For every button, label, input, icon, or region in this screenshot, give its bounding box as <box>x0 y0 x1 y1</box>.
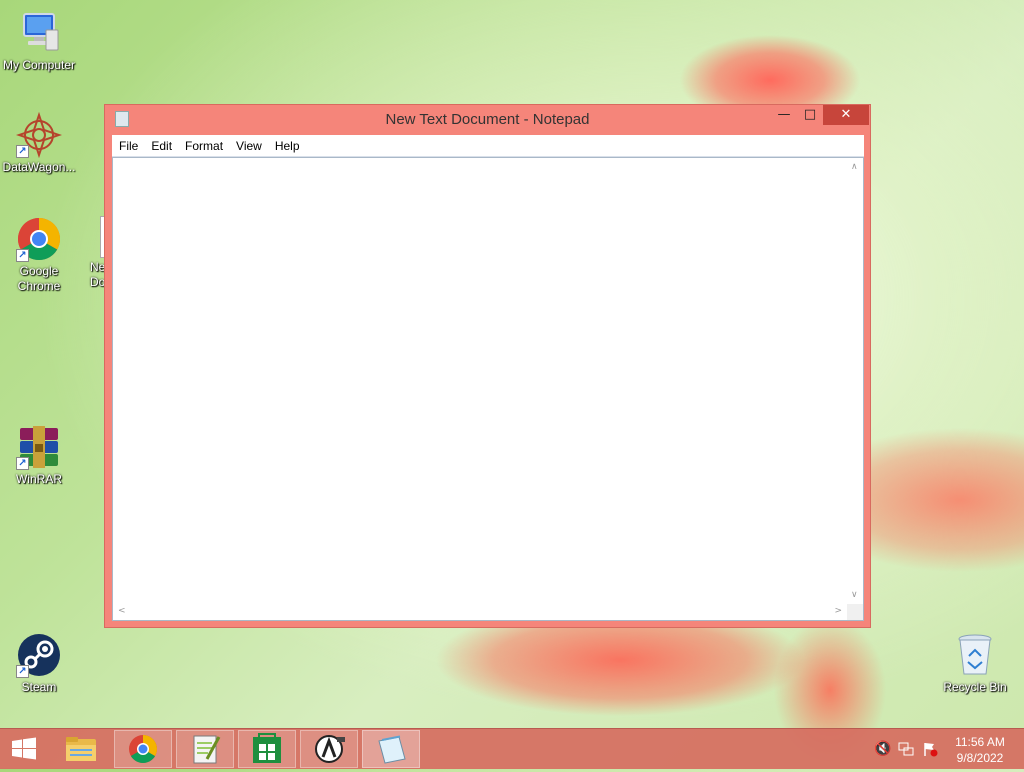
clock-date: 9/8/2022 <box>956 751 1004 765</box>
desktop-icon-datawagon[interactable]: ↗ DataWagon... <box>0 111 78 175</box>
window-title: New Text Document - Notepad <box>385 111 590 128</box>
datawagon-icon: ↗ <box>15 111 63 159</box>
desktop-icon-winrar[interactable]: ↗ WinRAR <box>0 424 78 487</box>
desktop-icon-label: Google Chrome <box>17 264 61 293</box>
taskbar: 🔇 11:56 AM 9/8/2022 <box>0 728 1024 769</box>
menu-view[interactable]: View <box>229 135 268 154</box>
windows-logo-icon <box>12 737 36 760</box>
horizontal-scrollbar[interactable]: < > <box>113 604 847 620</box>
title-bar[interactable]: New Text Document - Notepad — □ ✕ <box>105 105 870 135</box>
chrome-icon <box>129 735 157 763</box>
close-button[interactable]: ✕ <box>823 105 869 125</box>
menu-format[interactable]: Format <box>178 135 229 154</box>
game-app-icon <box>315 735 345 763</box>
close-icon: ✕ <box>840 107 852 122</box>
notepad-plus-plus-icon <box>193 735 221 764</box>
desktop-icon-google-chrome[interactable]: ↗ Google Chrome <box>0 216 78 294</box>
desktop-icon-label: WinRAR <box>15 472 62 486</box>
desktop-icon-label: Steam <box>21 680 57 694</box>
steam-icon: ↗ <box>16 632 62 678</box>
action-center-flag-icon[interactable] <box>922 741 938 757</box>
shortcut-arrow-icon: ↗ <box>16 457 29 470</box>
desktop-icon-my-computer[interactable]: My Computer <box>0 10 78 73</box>
taskbar-file-explorer[interactable] <box>52 730 110 768</box>
taskbar-windows-store[interactable] <box>238 730 296 768</box>
taskbar-steam-game[interactable] <box>300 730 358 768</box>
text-editor-area[interactable]: ∧ ∨ < > <box>112 157 864 621</box>
computer-icon <box>16 10 62 56</box>
taskbar-notepad[interactable] <box>362 730 420 768</box>
minimize-icon: — <box>777 107 791 122</box>
scroll-left-icon[interactable]: < <box>118 606 126 616</box>
scroll-right-icon[interactable]: > <box>834 606 842 616</box>
chrome-icon: ↗ <box>16 216 62 262</box>
desktop-icon-recycle-bin[interactable]: Recycle Bin <box>936 632 1014 695</box>
network-icon[interactable] <box>898 741 914 757</box>
menu-edit[interactable]: Edit <box>144 135 178 154</box>
winrar-icon: ↗ <box>16 424 62 470</box>
recycle-bin-icon <box>952 632 998 678</box>
maximize-icon: □ <box>803 107 817 122</box>
shortcut-arrow-icon: ↗ <box>16 249 29 262</box>
clock-time: 11:56 AM <box>955 735 1005 749</box>
shortcut-arrow-icon: ↗ <box>16 665 29 678</box>
scroll-down-icon[interactable]: ∨ <box>851 590 858 600</box>
volume-muted-icon[interactable]: 🔇 <box>874 741 891 757</box>
system-clock[interactable]: 11:56 AM 9/8/2022 <box>940 734 1020 766</box>
store-icon <box>253 733 281 763</box>
desktop-icon-steam[interactable]: ↗ Steam <box>0 632 78 695</box>
shortcut-arrow-icon: ↗ <box>16 145 29 158</box>
menu-bar: File Edit Format View Help <box>112 135 864 157</box>
taskbar-google-chrome[interactable] <box>114 730 172 768</box>
taskbar-notepad-plus-plus[interactable] <box>176 730 234 768</box>
minimize-button[interactable]: — <box>771 105 797 125</box>
start-button[interactable] <box>0 730 48 768</box>
notepad-window: New Text Document - Notepad — □ ✕ File Ed… <box>104 104 871 628</box>
desktop-icon-label: DataWagon... <box>2 160 76 174</box>
menu-help[interactable]: Help <box>268 135 306 154</box>
scroll-up-icon[interactable]: ∧ <box>851 162 858 172</box>
desktop-icon-label: My Computer <box>2 58 76 72</box>
vertical-scrollbar[interactable]: ∧ ∨ <box>847 158 863 604</box>
desktop-icon-label: Recycle Bin <box>943 680 1007 694</box>
size-grip[interactable] <box>847 604 863 620</box>
notepad-icon <box>378 735 406 764</box>
menu-file[interactable]: File <box>112 135 144 154</box>
maximize-button[interactable]: □ <box>797 105 823 125</box>
folder-icon <box>66 737 96 761</box>
